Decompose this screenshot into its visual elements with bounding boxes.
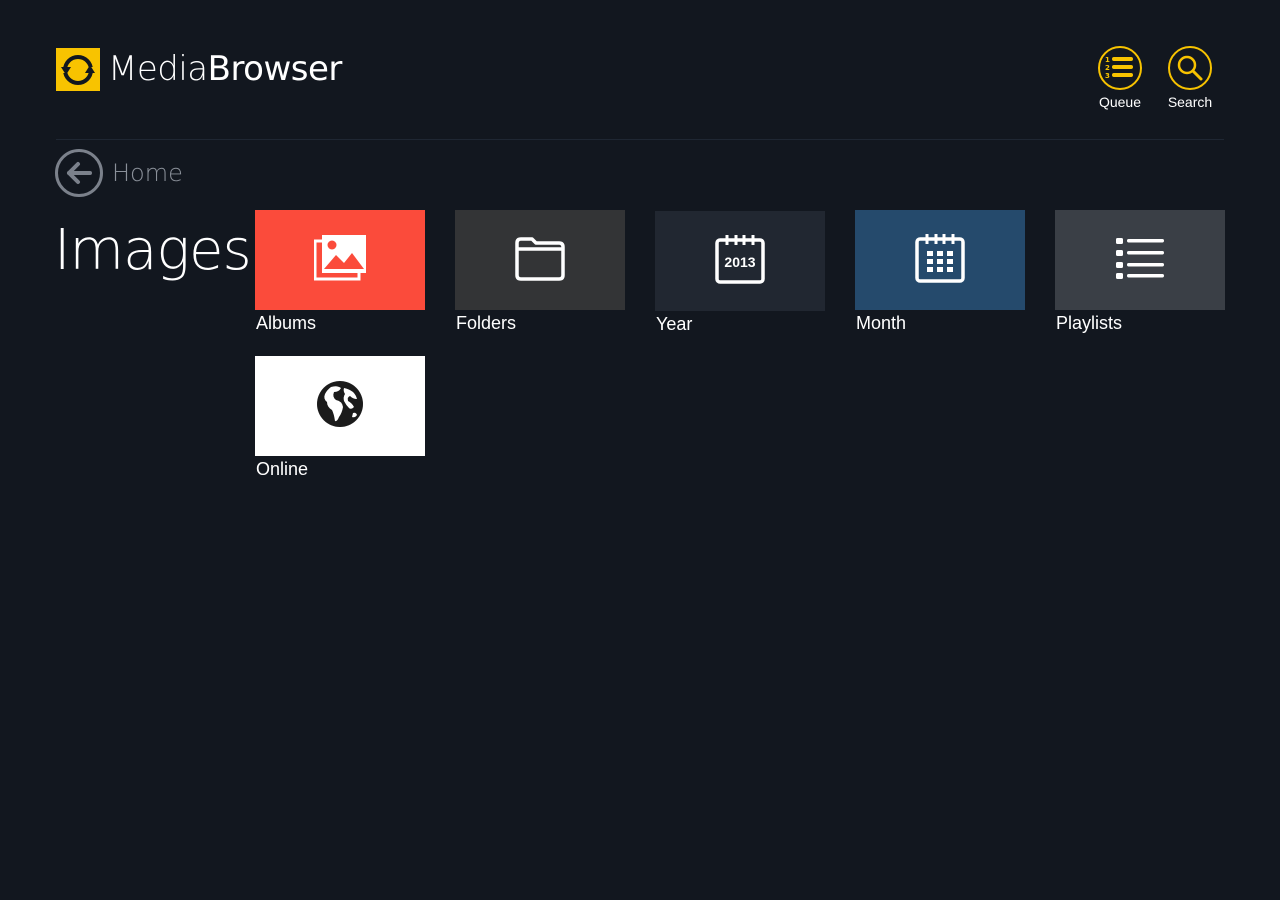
albums-icon: [313, 234, 366, 286]
tile-online[interactable]: Online: [255, 356, 425, 480]
calendar-year-icon: 2013: [714, 233, 766, 290]
svg-text:1: 1: [1105, 56, 1110, 64]
tile-year[interactable]: 2013 Year: [655, 211, 825, 335]
back-button[interactable]: Home: [55, 149, 183, 197]
tile-playlists-label: Playlists: [1056, 313, 1123, 333]
breadcrumb-label: Home: [112, 159, 183, 187]
tile-month[interactable]: Month: [855, 210, 1025, 334]
search-label: Search: [1167, 94, 1213, 110]
app-window: MediaBrowser 1 2 3 Queue Search Home Ima…: [0, 0, 1280, 900]
tile-month-label: Month: [856, 313, 907, 333]
tile-month-box: [855, 210, 1025, 310]
brand-light: Media: [108, 49, 208, 89]
tile-albums[interactable]: Albums: [255, 210, 425, 334]
tile-folders-label: Folders: [456, 313, 517, 333]
sync-arrows-icon: [56, 48, 100, 91]
queue-button[interactable]: 1 2 3 Queue: [1096, 46, 1144, 110]
back-arrow-icon: [55, 149, 103, 197]
search-icon: [1168, 46, 1212, 90]
app-brand-name: MediaBrowser: [108, 48, 342, 91]
svg-text:2: 2: [1105, 64, 1110, 72]
tile-playlists-box: [1055, 210, 1225, 310]
page-title: Images: [54, 218, 252, 283]
tile-year-label: Year: [656, 314, 693, 334]
queue-label: Queue: [1098, 94, 1142, 110]
tile-year-box: 2013: [655, 211, 825, 311]
playlist-icon: [1114, 235, 1166, 286]
tile-online-box: [255, 356, 425, 456]
search-button[interactable]: Search: [1166, 46, 1214, 110]
tile-playlists[interactable]: Playlists: [1055, 210, 1225, 334]
header-actions: 1 2 3 Queue Search: [1096, 46, 1214, 110]
brand-bold: Browser: [207, 49, 343, 89]
tile-folders[interactable]: Folders: [455, 210, 625, 334]
calendar-month-icon: [914, 232, 966, 289]
app-logo[interactable]: MediaBrowser: [56, 48, 342, 91]
queue-list-icon: 1 2 3: [1098, 46, 1142, 90]
folder-icon: [514, 235, 566, 286]
tile-albums-box: [255, 210, 425, 310]
tile-online-label: Online: [256, 459, 309, 479]
globe-icon: [315, 379, 365, 434]
calendar-year-text: 2013: [724, 254, 755, 270]
tile-albums-label: Albums: [256, 313, 317, 333]
header-divider: [56, 139, 1224, 140]
svg-text:3: 3: [1105, 72, 1110, 80]
tile-folders-box: [455, 210, 625, 310]
